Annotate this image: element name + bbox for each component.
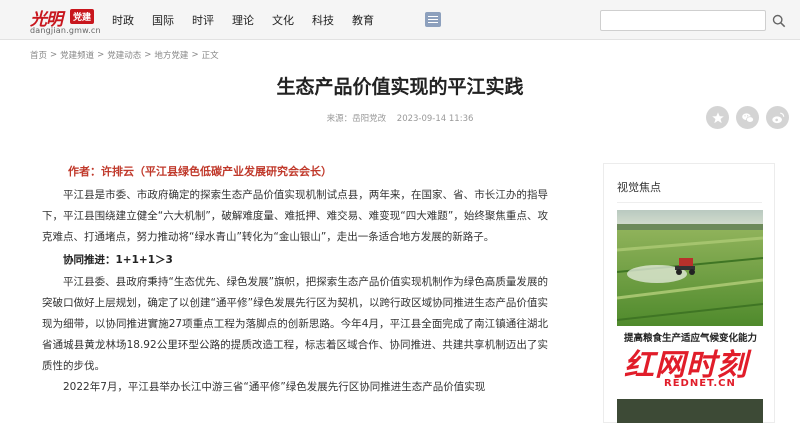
- article-subhead: 协同推进：1+1+1＞3: [63, 254, 173, 266]
- share-bar: [706, 106, 789, 129]
- breadcrumb-party-news[interactable]: 党建动态: [107, 49, 141, 61]
- sidebar-title: 视觉焦点: [617, 181, 661, 194]
- rednet-watermark: 红网时刻 REDNET.CN: [622, 340, 778, 400]
- breadcrumb-party-channel[interactable]: 党建频道: [60, 49, 94, 61]
- focus-image-secondary[interactable]: [617, 399, 763, 423]
- nav-item-politics[interactable]: 时政: [112, 12, 134, 28]
- article-author: 作者：许排云（平江县绿色低碳产业发展研究会会长）: [68, 165, 332, 178]
- nav-item-commentary[interactable]: 时评: [192, 12, 214, 28]
- weibo-icon[interactable]: [766, 106, 789, 129]
- breadcrumb-current: 正文: [201, 51, 219, 61]
- article-datetime: 2023-09-14 11:36: [396, 114, 474, 124]
- nav-item-theory[interactable]: 理论: [232, 12, 254, 28]
- nav-item-international[interactable]: 国际: [152, 12, 174, 28]
- article-source: 来源：岳阳党改: [326, 114, 387, 124]
- search-icon[interactable]: [768, 10, 790, 31]
- article-paragraph: 平江县是市委、市政府确定的探索生态产品价值实现机制试点县，两年来，在国家、省、市…: [42, 189, 548, 243]
- menu-icon[interactable]: [425, 12, 441, 27]
- nav-item-education[interactable]: 教育: [352, 12, 374, 28]
- top-nav-bar: 光明 党建 dangjian.gmw.cn 时政 国际 时评 理论 文化 科技 …: [0, 0, 800, 40]
- sidebar-divider: [617, 202, 762, 203]
- favorite-icon[interactable]: [706, 106, 729, 129]
- main-nav: 时政 国际 时评 理论 文化 科技 教育: [112, 0, 392, 40]
- article-meta: 来源：岳阳党改 2023-09-14 11:36: [0, 112, 800, 124]
- watermark-sub: REDNET.CN: [662, 378, 738, 389]
- wechat-icon[interactable]: [736, 106, 759, 129]
- nav-item-technology[interactable]: 科技: [312, 12, 334, 28]
- article-paragraph: 平江县委、县政府秉持“生态优先、绿色发展”旗帜，把探索生态产品价值实现机制作为绿…: [42, 276, 548, 372]
- article-body: 作者：许排云（平江县绿色低碳产业发展研究会会长） 平江县是市委、市政府确定的探索…: [42, 163, 548, 398]
- search-input[interactable]: [600, 10, 766, 31]
- breadcrumb-home[interactable]: 首页: [30, 49, 47, 61]
- focus-image-farm-field[interactable]: [617, 210, 763, 326]
- logo-badge: 党建: [70, 9, 95, 24]
- nav-item-culture[interactable]: 文化: [272, 12, 294, 28]
- breadcrumb: 首页 > 党建频道 > 党建动态 > 地方党建 > 正文: [30, 49, 219, 61]
- logo-domain: dangjian.gmw.cn: [30, 26, 101, 35]
- breadcrumb-local-party[interactable]: 地方党建: [154, 49, 188, 61]
- article-paragraph: 2022年7月，平江县举办长江中游三省“通平修”绿色发展先行区协同推进生态产品价…: [63, 381, 486, 393]
- article-title: 生态产品价值实现的平江实践: [276, 76, 524, 98]
- site-logo[interactable]: 光明 党建 dangjian.gmw.cn: [30, 5, 101, 37]
